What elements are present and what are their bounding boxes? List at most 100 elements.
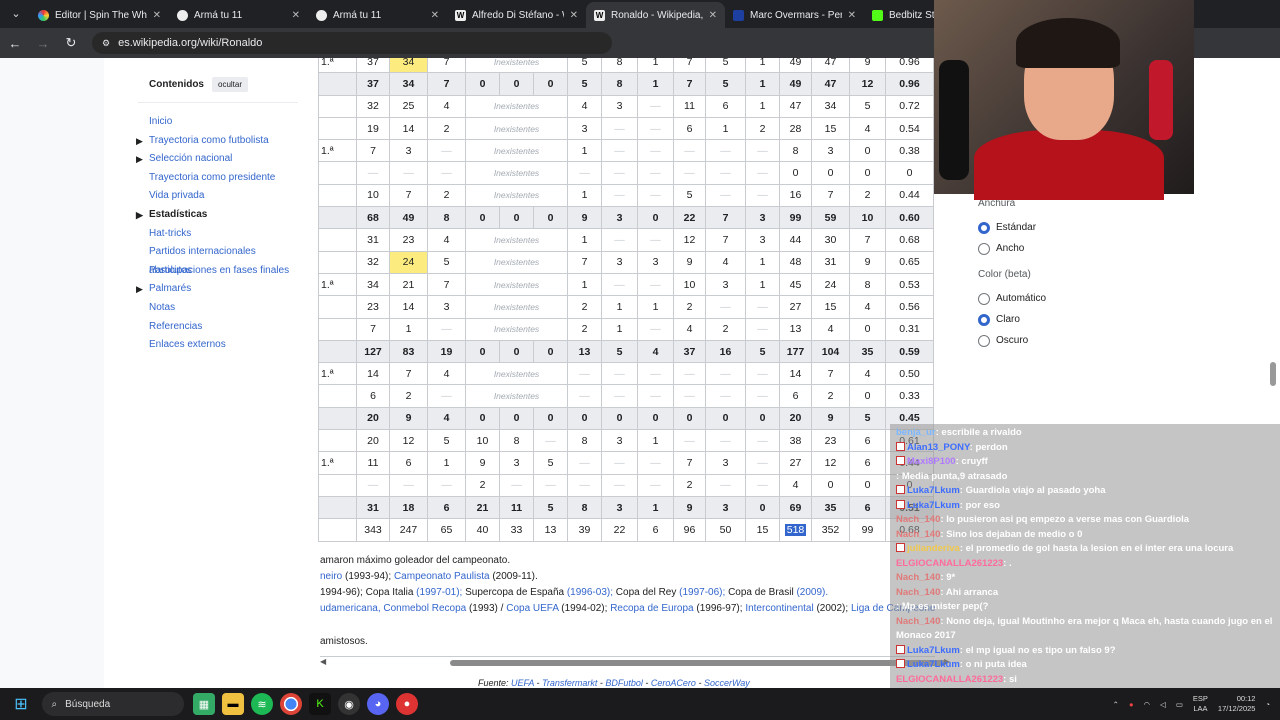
widgets-icon[interactable]: ▦ — [193, 693, 215, 715]
table-cell: 35 — [811, 495, 850, 520]
toc-item[interactable]: Hat-tricks — [138, 225, 298, 244]
radio-option[interactable]: Automático — [952, 288, 1132, 309]
toc-item[interactable]: ▶ Trayectoria como futbolista — [136, 132, 298, 151]
scroll-thumb[interactable] — [450, 660, 946, 666]
caret-right-icon[interactable]: ▶ — [136, 206, 143, 225]
radio-button[interactable] — [978, 292, 990, 305]
app-icon[interactable]: ● — [396, 693, 418, 715]
wifi-icon[interactable]: ◠ — [1143, 700, 1150, 709]
browser-tab[interactable]: W Alfredo Di Stéfano - Wikip ✕ — [447, 2, 586, 28]
discord-icon[interactable]: ◕ — [367, 693, 389, 715]
source-link[interactable]: CeroACero — [651, 678, 696, 688]
radio-label: Ancho — [996, 243, 1025, 254]
table-cell: 0 — [465, 206, 500, 230]
toc-item[interactable]: Inicio — [138, 113, 298, 132]
caret-right-icon[interactable]: ▶ — [136, 280, 143, 299]
battery-icon[interactable]: ▭ — [1176, 700, 1183, 709]
tray-app-icon[interactable]: ● — [1129, 700, 1134, 709]
chat-message: ELGIOCANALLA261223: . — [896, 557, 1274, 572]
tab-search-icon[interactable]: ⌄ — [4, 3, 28, 25]
file-explorer-icon[interactable]: ▬ — [222, 693, 244, 715]
toc-item[interactable]: Enlaces externos — [138, 336, 298, 355]
toc-item[interactable]: Referencias — [138, 318, 298, 337]
chat-badge-icon — [896, 543, 905, 552]
radio-button[interactable] — [978, 221, 990, 234]
close-tab-icon[interactable]: ✕ — [709, 10, 717, 21]
footnote-link[interactable]: (1996-03); — [564, 587, 616, 598]
windows-start-icon[interactable]: ⊞ — [10, 693, 32, 715]
toc-item[interactable]: Notas — [138, 299, 298, 318]
notifications-icon[interactable]: ◔ — [1265, 700, 1270, 709]
forward-icon[interactable]: → — [36, 36, 50, 51]
radio-option[interactable]: Estándar — [952, 217, 1132, 238]
radio-option[interactable]: Ancho — [952, 238, 1132, 259]
clock[interactable]: 00:12 17/12/2025 — [1218, 694, 1256, 714]
table-cell: 5 — [849, 406, 886, 431]
table-cell: 6 — [389, 451, 428, 475]
footnote-link[interactable]: (1997-01); — [413, 587, 465, 598]
caret-right-icon[interactable]: ▶ — [136, 150, 143, 169]
toc-hide-button[interactable]: ocultar — [212, 77, 249, 92]
caret-right-icon[interactable]: ▶ — [136, 132, 143, 151]
footnote-link[interactable]: neiro — [320, 571, 342, 582]
toc-item[interactable]: ▶ Palmarés — [136, 280, 298, 299]
volume-icon[interactable]: ◁ — [1160, 700, 1166, 709]
close-tab-icon[interactable]: ✕ — [848, 10, 856, 21]
radio-option[interactable]: Claro — [952, 309, 1132, 330]
table-horizontal-scrollbar[interactable]: ◀ ▶ — [320, 656, 950, 668]
source-link[interactable]: BDFutbol — [605, 678, 643, 688]
url-field[interactable]: ⚙ es.wikipedia.org/wiki/Ronaldo — [92, 32, 612, 54]
source-link[interactable]: UEFA — [511, 678, 534, 688]
table-cell: 37 — [673, 339, 706, 364]
source-link[interactable]: SoccerWay — [704, 678, 750, 688]
footnote-link[interactable]: (2009). — [794, 587, 828, 598]
language-indicator[interactable]: ESP LAA — [1193, 694, 1208, 714]
close-tab-icon[interactable]: ✕ — [292, 10, 300, 21]
browser-tab[interactable]: Armá tu 11 ✕ — [169, 2, 308, 28]
toc-item[interactable]: ▶ Selección nacional — [136, 150, 298, 169]
back-icon[interactable]: ← — [8, 36, 22, 51]
table-cell — [318, 317, 357, 341]
table-cell: 7 — [427, 272, 466, 297]
browser-tab[interactable]: W Ronaldo - Wikipedia, la e ✕ — [586, 2, 725, 28]
browser-tab[interactable]: Marc Overmars - Perfil de ✕ — [725, 2, 864, 28]
footnote-link[interactable]: Intercontinental — [745, 603, 813, 614]
footnote-link[interactable]: (1997-06); — [676, 587, 728, 598]
site-info-icon[interactable]: ⚙ — [102, 38, 110, 49]
radio-option[interactable]: Oscuro — [952, 330, 1132, 351]
table-cell: 0 — [533, 406, 568, 431]
footnote-link[interactable]: Campeonato Paulista — [394, 571, 490, 582]
radio-button[interactable] — [978, 334, 990, 347]
table-cell: 3 — [637, 250, 674, 274]
radio-button[interactable] — [978, 313, 990, 326]
page-scrollbar-thumb[interactable] — [1270, 362, 1276, 386]
browser-tab[interactable]: Armá tu 11 ✕ — [308, 2, 447, 28]
footnote-link[interactable]: Copa UEFA — [506, 603, 558, 614]
wikipedia-icon: W — [455, 9, 466, 21]
table-cell: 5 — [427, 429, 466, 453]
taskbar-search[interactable]: ⌕ Búsqueda — [41, 692, 184, 716]
radio-button[interactable] — [978, 242, 990, 255]
scroll-left-icon[interactable]: ◀ — [320, 657, 326, 666]
kick-icon[interactable]: K — [309, 693, 331, 715]
toc-item-label: Estadísticas — [149, 208, 208, 220]
spotify-icon[interactable]: ≋ — [251, 693, 273, 715]
table-cell: — — [427, 139, 466, 163]
toc-item[interactable]: Participaciones en fases finales — [138, 262, 298, 281]
search-icon: ⌕ — [51, 698, 58, 710]
close-tab-icon[interactable]: ✕ — [153, 10, 161, 21]
toc-item[interactable]: Trayectoria como presidente — [138, 169, 298, 188]
source-link[interactable]: Transfermarkt — [542, 678, 597, 688]
footnote-link[interactable]: udamericana, Conmebol Recopa — [320, 603, 466, 614]
obs-icon[interactable]: ◉ — [338, 693, 360, 715]
browser-tab[interactable]: Editor | Spin The Wheel - ✕ — [30, 2, 169, 28]
close-tab-icon[interactable]: ✕ — [570, 10, 578, 21]
footnote-link[interactable]: Recopa de Europa — [610, 603, 693, 614]
toc-item[interactable]: Vida privada — [138, 187, 298, 206]
chrome-icon[interactable] — [280, 693, 302, 715]
reload-icon[interactable]: ↻ — [64, 35, 78, 51]
toc-item[interactable]: ▶ Estadísticas — [136, 206, 298, 225]
close-tab-icon[interactable]: ✕ — [431, 10, 439, 21]
toc-item[interactable]: Partidos internacionales absolutos — [138, 243, 298, 276]
tray-chevron-icon[interactable]: ⌃ — [1113, 700, 1119, 709]
